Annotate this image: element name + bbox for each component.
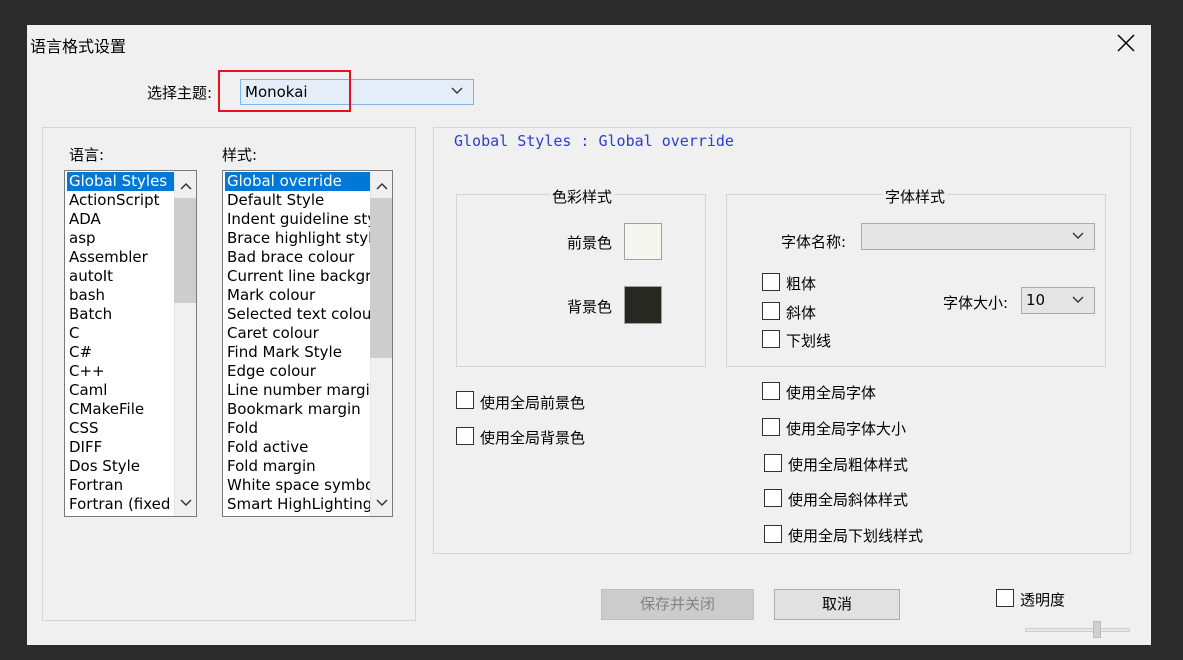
language-list-item[interactable]: CSS (67, 419, 175, 438)
highlight-box (218, 70, 351, 112)
scroll-up-icon[interactable] (371, 175, 392, 196)
language-list-item[interactable]: ADA (67, 210, 175, 229)
use-global-font-size-label: 使用全局字体大小 (786, 420, 907, 438)
cancel-button[interactable]: 取消 (774, 589, 900, 620)
font-size-label: 字体大小: (943, 294, 1009, 312)
style-list-scrollbar[interactable] (370, 171, 392, 516)
style-list-item[interactable]: Fold active (225, 438, 371, 457)
slider-thumb[interactable] (1093, 621, 1101, 638)
use-global-font-size-checkbox[interactable] (762, 418, 780, 436)
use-global-bg-checkbox[interactable] (456, 427, 474, 445)
language-list-item[interactable]: Assembler (67, 248, 175, 267)
font-style-title: 字体样式 (883, 186, 948, 207)
language-list-item[interactable]: Dos Style (67, 457, 175, 476)
font-size-select[interactable]: 10 (1021, 287, 1095, 314)
scroll-down-icon[interactable] (175, 492, 196, 513)
language-list-item[interactable]: Fortran (67, 476, 175, 495)
style-list-item[interactable]: White space symbol (225, 476, 371, 495)
style-heading: Global Styles : Global override (454, 132, 734, 150)
background-color-swatch[interactable] (624, 286, 662, 324)
language-list-item[interactable]: Global Styles (67, 172, 175, 191)
bold-label: 粗体 (786, 275, 817, 293)
use-global-fg-label: 使用全局前景色 (480, 394, 586, 412)
save-close-button[interactable]: 保存并关闭 (601, 589, 754, 620)
style-list-item[interactable]: Global override (225, 172, 371, 191)
style-list-thumb[interactable] (370, 198, 392, 358)
language-list-item[interactable]: CMakeFile (67, 400, 175, 419)
style-list-item[interactable]: Brace highlight style (225, 229, 371, 248)
language-label: 语言: (69, 146, 105, 164)
italic-label: 斜体 (786, 304, 817, 322)
use-global-font-checkbox[interactable] (762, 382, 780, 400)
style-list-item[interactable]: Line number margin (225, 381, 371, 400)
language-list-item[interactable]: autoIt (67, 267, 175, 286)
style-list-item[interactable]: Find Mark Style (225, 343, 371, 362)
scroll-down-icon[interactable] (371, 492, 392, 513)
style-list-item[interactable]: Fold (225, 419, 371, 438)
scroll-up-icon[interactable] (175, 175, 196, 196)
language-list-item[interactable]: bash (67, 286, 175, 305)
language-list-thumb[interactable] (174, 198, 196, 303)
language-list-item[interactable]: Batch (67, 305, 175, 324)
transparency-checkbox[interactable] (996, 589, 1014, 607)
use-global-bg-label: 使用全局背景色 (480, 429, 586, 447)
chevron-down-icon (1072, 296, 1084, 303)
style-list-item[interactable]: Edge colour (225, 362, 371, 381)
close-button[interactable] (1113, 30, 1139, 56)
foreground-color-swatch[interactable] (624, 223, 662, 260)
style-list-item[interactable]: Current line backgro (225, 267, 371, 286)
slider-track (1025, 628, 1130, 632)
chevron-down-icon (1072, 232, 1084, 239)
chevron-down-icon (451, 87, 463, 94)
underline-label: 下划线 (786, 332, 832, 350)
style-list-item[interactable]: Bad brace colour (225, 248, 371, 267)
use-global-underline-checkbox[interactable] (764, 525, 782, 543)
close-icon (1117, 34, 1135, 52)
style-list[interactable]: Global override Default Style Indent guide… (222, 170, 393, 517)
language-list-item[interactable]: asp (67, 229, 175, 248)
underline-checkbox[interactable] (762, 330, 780, 348)
language-list-scrollbar[interactable] (174, 171, 196, 516)
use-global-italic-label: 使用全局斜体样式 (788, 491, 909, 509)
transparency-slider[interactable] (1025, 620, 1130, 640)
italic-checkbox[interactable] (762, 302, 780, 320)
bold-checkbox[interactable] (762, 273, 780, 291)
font-size-value: 10 (1026, 291, 1046, 309)
font-name-select[interactable] (861, 223, 1095, 250)
dialog-title: 语言格式设置 (30, 37, 127, 56)
style-label: 样式: (222, 146, 258, 164)
language-list[interactable]: Global Styles ActionScript ADA asp Assembler… (64, 170, 197, 517)
font-style-group (726, 194, 1106, 367)
style-list-item[interactable]: Indent guideline sty (225, 210, 371, 229)
style-list-item[interactable]: Selected text colour (225, 305, 371, 324)
style-list-item[interactable]: Caret colour (225, 324, 371, 343)
color-style-group (456, 194, 706, 367)
use-global-fg-checkbox[interactable] (456, 391, 474, 409)
language-list-item[interactable]: DIFF (67, 438, 175, 457)
use-global-italic-checkbox[interactable] (764, 489, 782, 507)
use-global-font-label: 使用全局字体 (786, 384, 877, 402)
language-list-item[interactable]: C++ (67, 362, 175, 381)
use-global-bold-checkbox[interactable] (764, 454, 782, 472)
font-name-label: 字体名称: (781, 233, 847, 251)
style-list-item[interactable]: Default Style (225, 191, 371, 210)
use-global-bold-label: 使用全局粗体样式 (788, 456, 909, 474)
theme-label: 选择主题: (147, 84, 213, 102)
transparency-label: 透明度 (1020, 591, 1066, 609)
style-list-item[interactable]: Smart HighLighting (225, 495, 371, 514)
color-style-title: 色彩样式 (550, 186, 615, 207)
style-list-item[interactable]: Bookmark margin (225, 400, 371, 419)
style-list-item[interactable]: Mark colour (225, 286, 371, 305)
use-global-underline-label: 使用全局下划线样式 (788, 527, 924, 545)
language-list-item[interactable]: Fortran (fixed (67, 495, 175, 514)
language-list-item[interactable]: C# (67, 343, 175, 362)
language-list-item[interactable]: ActionScript (67, 191, 175, 210)
language-list-item[interactable]: Caml (67, 381, 175, 400)
style-list-item[interactable]: Fold margin (225, 457, 371, 476)
language-list-item[interactable]: C (67, 324, 175, 343)
background-label: 背景色 (567, 298, 613, 316)
foreground-label: 前景色 (567, 234, 613, 252)
